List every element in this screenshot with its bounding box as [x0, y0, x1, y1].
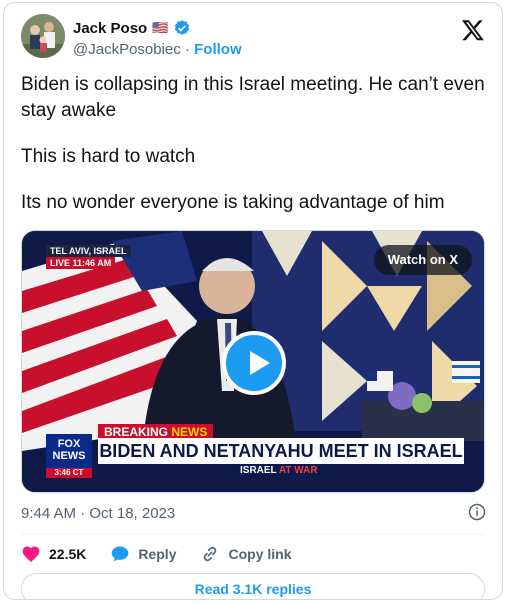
breaking-word: BREAKING: [104, 425, 169, 439]
author-handle-row: @JackPosobiec · Follow: [73, 41, 242, 58]
network-name-2: NEWS: [52, 450, 86, 462]
flag-icon: 🇺🇸: [152, 20, 169, 35]
reply-button[interactable]: Reply: [110, 544, 176, 564]
like-button[interactable]: 22.5K: [21, 544, 86, 564]
subhead-country: ISRAEL: [240, 465, 277, 476]
divider: [21, 534, 485, 535]
copy-link-label: Copy link: [228, 546, 292, 562]
tweet-line: Biden is collapsing in this Israel meeti…: [21, 74, 485, 121]
network-name-1: FOX: [57, 438, 81, 450]
separator: ·: [180, 41, 195, 58]
author-name[interactable]: Jack Poso: [73, 20, 147, 37]
like-count: 22.5K: [49, 546, 87, 562]
reply-bubble-icon: [112, 546, 129, 562]
watch-on-x-button[interactable]: Watch on X: [373, 245, 472, 275]
news-chyron: FOX NEWS 3:46 CT BREAKING NEWS BIDEN AND…: [46, 424, 464, 478]
author-name-row: Jack Poso 🇺🇸: [73, 19, 191, 37]
tweet-line: This is hard to watch: [21, 146, 196, 167]
fox-news-logo: FOX NEWS 3:46 CT: [46, 434, 92, 478]
subhead-war: AT WAR: [278, 465, 318, 476]
tweet-line: Its no wonder everyone is taking advanta…: [21, 192, 445, 213]
chyron-subhead: ISRAEL AT WAR: [232, 464, 326, 477]
reply-label: Reply: [138, 546, 177, 562]
avatar[interactable]: [21, 14, 65, 58]
network-time: 3:46 CT: [46, 468, 92, 478]
live-badge: LIVE 11:46 AM: [46, 257, 116, 269]
read-replies-button[interactable]: Read 3.1K replies: [21, 573, 485, 599]
x-logo-icon[interactable]: [461, 18, 485, 42]
avatar-image: [21, 14, 65, 58]
tweet-timestamp[interactable]: 9:44 AM · Oct 18, 2023: [21, 505, 175, 522]
tweet-card: Jack Poso 🇺🇸 @JackPosobiec · Follow Bide…: [3, 2, 503, 600]
location-badge: TEL AVIV, ISRAEL LIVE 11:46 AM: [46, 245, 131, 269]
video-player[interactable]: TEL AVIV, ISRAEL LIVE 11:46 AM Watch on …: [21, 230, 485, 493]
copy-link-button[interactable]: Copy link: [200, 544, 292, 564]
location-text: TEL AVIV, ISRAEL: [46, 245, 131, 257]
follow-button[interactable]: Follow: [194, 41, 242, 58]
live-time: 11:46 AM: [72, 258, 112, 268]
link-icon: [204, 546, 217, 562]
news-word: NEWS: [171, 425, 208, 439]
tweet-actions: 22.5K Reply Copy link: [21, 542, 316, 566]
tweet-header: Jack Poso 🇺🇸 @JackPosobiec · Follow: [21, 14, 488, 60]
play-button[interactable]: [222, 331, 286, 395]
chyron-headline: BIDEN AND NETANYAHU MEET IN ISRAEL: [98, 438, 464, 464]
live-label: LIVE: [50, 258, 71, 268]
tweet-text: Biden is collapsing in this Israel meeti…: [21, 72, 491, 236]
verified-badge-icon: [175, 20, 190, 35]
info-icon[interactable]: [468, 503, 486, 521]
author-handle[interactable]: @JackPosobiec: [73, 41, 181, 58]
heart-icon: [22, 546, 40, 562]
